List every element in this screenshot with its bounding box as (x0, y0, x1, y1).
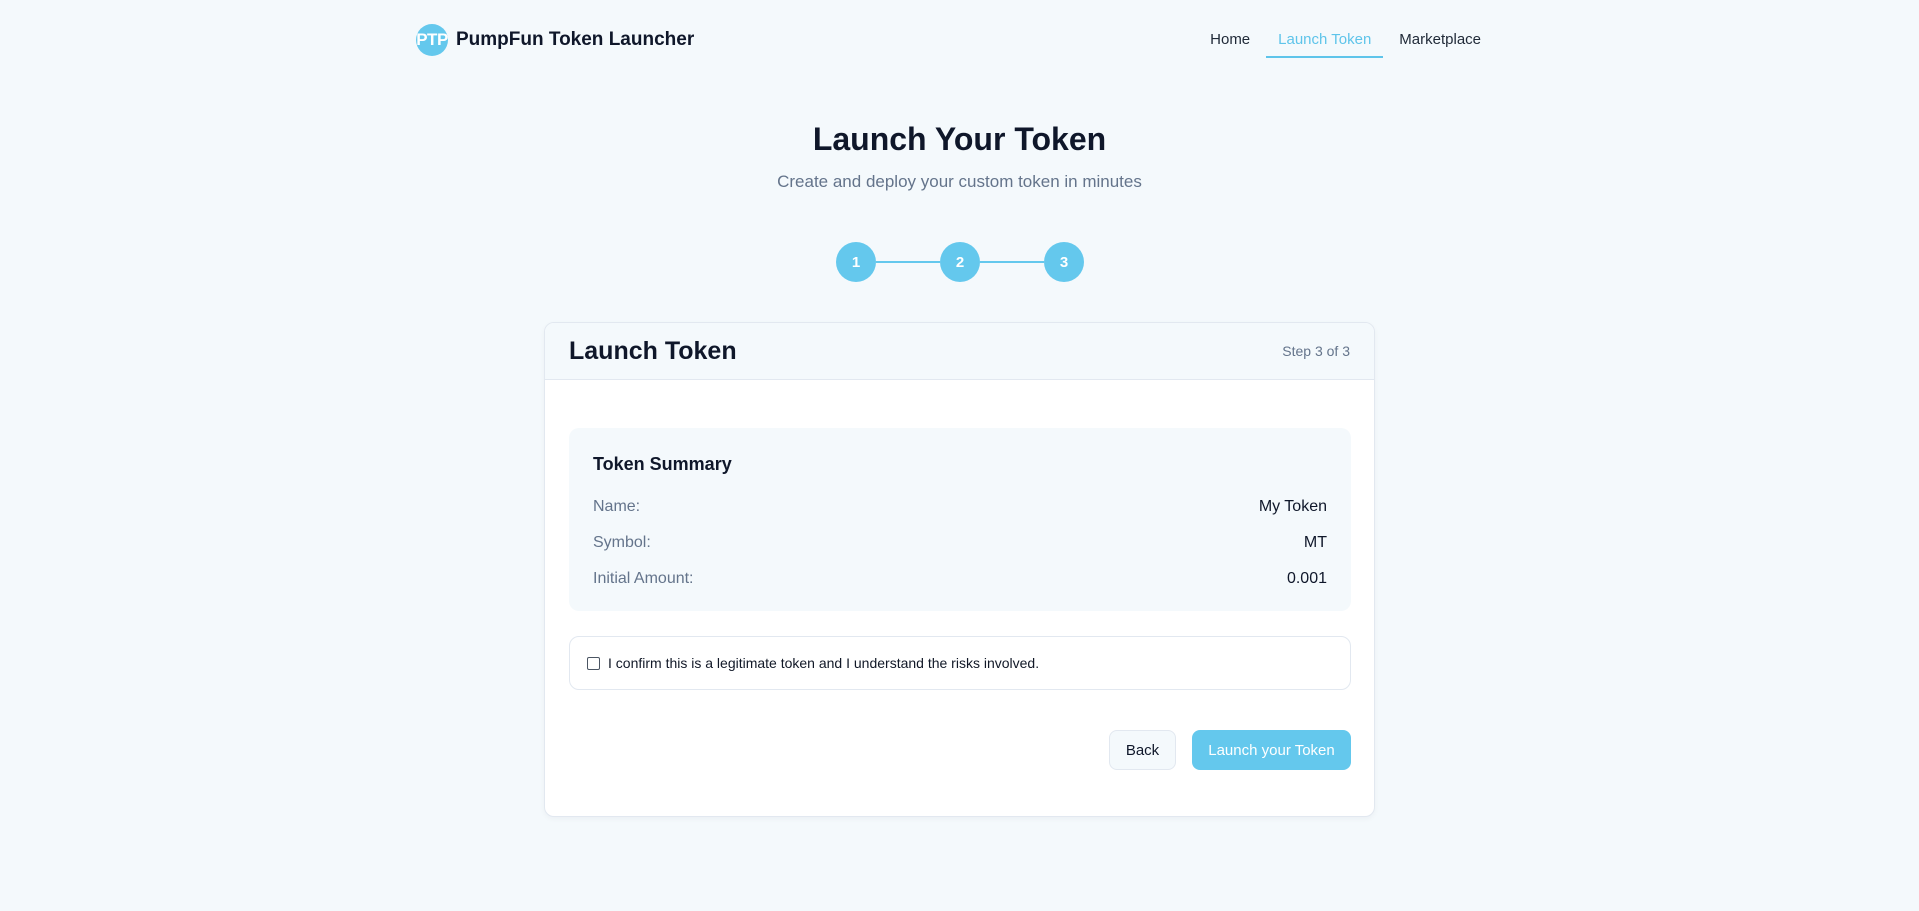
step-2: 2 (940, 242, 980, 282)
step-1: 1 (836, 242, 876, 282)
card-title: Launch Token (569, 336, 737, 365)
stepper-connector-2 (980, 261, 1044, 263)
summary-row-symbol: Symbol: MT (593, 525, 1327, 561)
token-summary: Token Summary Name: My Token Symbol: MT … (569, 428, 1351, 611)
summary-row-initial-amount: Initial Amount: 0.001 (593, 561, 1327, 597)
card-header: Launch Token Step 3 of 3 (545, 323, 1374, 380)
launch-card: Launch Token Step 3 of 3 Token Summary N… (544, 322, 1375, 817)
logo-badge: PTP (416, 24, 448, 56)
step-3: 3 (1044, 242, 1084, 282)
confirm-box: I confirm this is a legitimate token and… (569, 636, 1351, 690)
page-title: Launch Your Token (812, 121, 1107, 157)
summary-value: MT (1303, 534, 1327, 551)
progress-stepper: 1 2 3 (836, 242, 1084, 282)
nav-home[interactable]: Home (1198, 22, 1262, 58)
nav-launch-token[interactable]: Launch Token (1266, 22, 1384, 58)
nav-marketplace[interactable]: Marketplace (1387, 22, 1493, 58)
back-button[interactable]: Back (1109, 730, 1176, 770)
step-indicator: Step 3 of 3 (1282, 343, 1350, 359)
summary-label: Name: (593, 498, 641, 515)
summary-value: 0.001 (1286, 570, 1327, 587)
confirm-label[interactable]: I confirm this is a legitimate token and… (608, 655, 1039, 671)
top-header: PTP PumpFun Token Launcher Home Launch T… (416, 22, 1493, 58)
brand-name: PumpFun Token Launcher (456, 29, 695, 50)
summary-label: Initial Amount: (593, 570, 694, 587)
page: PTP PumpFun Token Launcher Home Launch T… (0, 0, 1919, 911)
summary-label: Symbol: (593, 534, 651, 551)
page-subtitle: Create and deploy your custom token in m… (777, 172, 1142, 191)
summary-row-name: Name: My Token (593, 489, 1327, 525)
summary-title: Token Summary (593, 454, 732, 474)
confirm-checkbox[interactable] (587, 656, 600, 670)
summary-value: My Token (1258, 498, 1327, 515)
brand[interactable]: PTP PumpFun Token Launcher (416, 24, 694, 56)
stepper-connector-1 (876, 261, 940, 263)
launch-token-button[interactable]: Launch your Token (1192, 730, 1351, 770)
main-nav: Home Launch Token Marketplace (1194, 22, 1493, 58)
